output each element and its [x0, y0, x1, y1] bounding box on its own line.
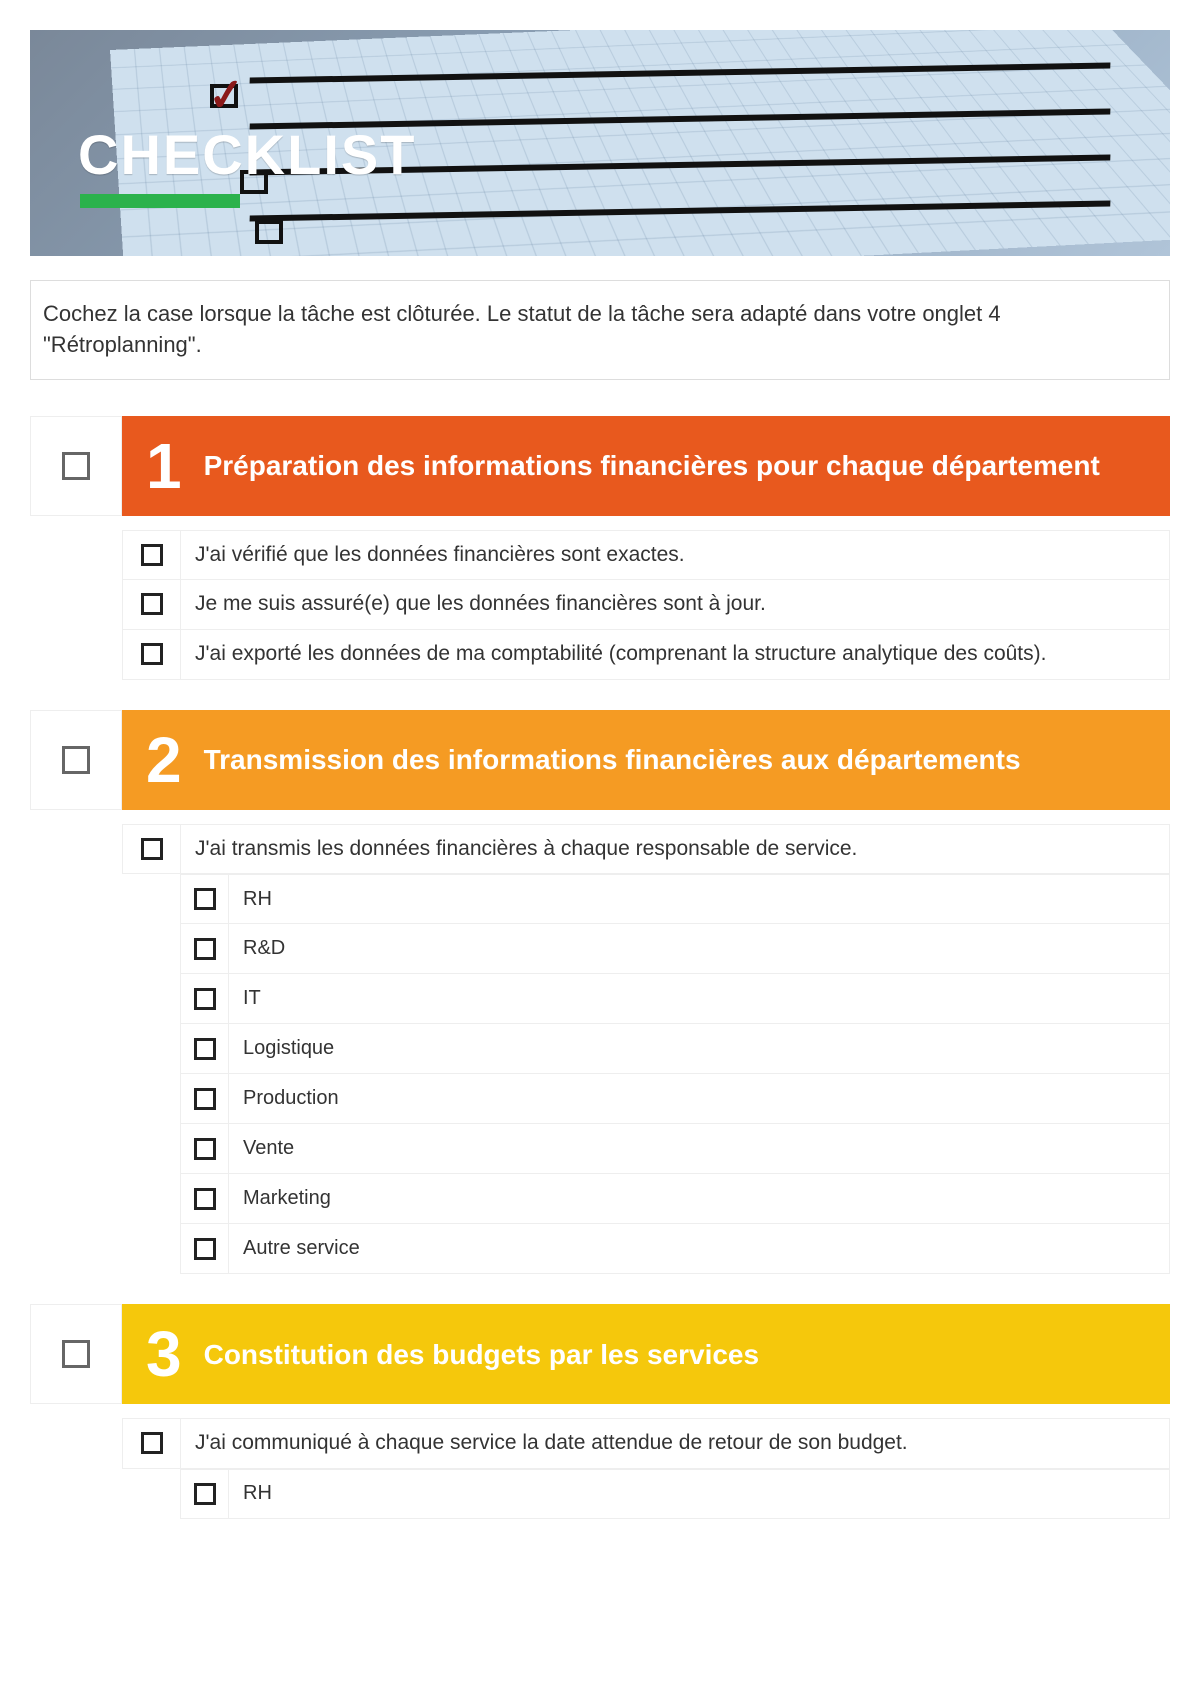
- subtask-label: Marketing: [229, 1174, 1169, 1223]
- header-banner: ✓ CHECKLIST: [30, 30, 1170, 256]
- section-banner: 2 Transmission des informations financièr…: [122, 710, 1170, 810]
- subtask-checkbox[interactable]: [194, 1483, 216, 1505]
- task-checkbox-cell: [123, 630, 181, 679]
- subtask-checkbox[interactable]: [194, 1138, 216, 1160]
- subtask-row: Marketing: [180, 1174, 1170, 1224]
- subtask-label: Vente: [229, 1124, 1169, 1173]
- section-3: 3 Constitution des budgets par les servic…: [30, 1304, 1170, 1518]
- task-row: J'ai transmis les données financières à …: [122, 824, 1170, 874]
- subtask-checkbox[interactable]: [194, 888, 216, 910]
- section-checkbox-cell: [30, 1304, 122, 1404]
- task-checkbox-cell: [123, 1419, 181, 1467]
- section-title: Constitution des budgets par les service…: [204, 1337, 759, 1372]
- task-row: Je me suis assuré(e) que les données fin…: [122, 580, 1170, 630]
- subtask-row: R&D: [180, 924, 1170, 974]
- task-checkbox-cell: [123, 825, 181, 873]
- subtask-checkbox[interactable]: [194, 1238, 216, 1260]
- subtask-label: RH: [229, 1470, 1169, 1518]
- subtask-checkbox-cell: [181, 1024, 229, 1073]
- section-banner: 1 Préparation des informations financière…: [122, 416, 1170, 516]
- task-checkbox[interactable]: [141, 1432, 163, 1454]
- subtask-label: Logistique: [229, 1024, 1169, 1073]
- section-title: Transmission des informations financière…: [204, 742, 1021, 777]
- task-list: J'ai transmis les données financières à …: [122, 824, 1170, 874]
- section-checkbox[interactable]: [62, 452, 90, 480]
- subtask-list: RHR&DITLogistiqueProductionVenteMarketin…: [180, 874, 1170, 1274]
- subtask-row: RH: [180, 874, 1170, 924]
- task-row: J'ai communiqué à chaque service la date…: [122, 1418, 1170, 1468]
- task-checkbox[interactable]: [141, 643, 163, 665]
- task-list: J'ai vérifié que les données financières…: [122, 530, 1170, 680]
- subtask-label: R&D: [229, 924, 1169, 973]
- title-underline: [80, 194, 240, 208]
- task-row: J'ai vérifié que les données financières…: [122, 530, 1170, 580]
- subtask-checkbox[interactable]: [194, 1188, 216, 1210]
- subtask-row: Production: [180, 1074, 1170, 1124]
- subtask-label: Autre service: [229, 1224, 1169, 1273]
- task-list: J'ai communiqué à chaque service la date…: [122, 1418, 1170, 1468]
- subtask-checkbox-cell: [181, 1174, 229, 1223]
- subtask-list: RH: [180, 1469, 1170, 1519]
- subtask-checkbox-cell: [181, 1470, 229, 1518]
- section-banner: 3 Constitution des budgets par les servic…: [122, 1304, 1170, 1404]
- page-title: CHECKLIST: [78, 122, 416, 187]
- task-checkbox[interactable]: [141, 593, 163, 615]
- subtask-row: Logistique: [180, 1024, 1170, 1074]
- subtask-label: RH: [229, 875, 1169, 923]
- subtask-checkbox-cell: [181, 924, 229, 973]
- task-row: J'ai exporté les données de ma comptabil…: [122, 630, 1170, 680]
- task-label: J'ai communiqué à chaque service la date…: [181, 1419, 1169, 1467]
- section-title: Préparation des informations financières…: [204, 448, 1100, 483]
- task-label: J'ai transmis les données financières à …: [181, 825, 1169, 873]
- subtask-checkbox-cell: [181, 875, 229, 923]
- section-checkbox[interactable]: [62, 746, 90, 774]
- intro-text: Cochez la case lorsque la tâche est clôt…: [30, 280, 1170, 380]
- subtask-label: IT: [229, 974, 1169, 1023]
- section-number: 1: [146, 434, 182, 498]
- task-checkbox[interactable]: [141, 544, 163, 566]
- checkmark-icon: ✓: [206, 68, 247, 122]
- task-label: Je me suis assuré(e) que les données fin…: [181, 580, 1169, 629]
- subtask-row: RH: [180, 1469, 1170, 1519]
- task-label: J'ai exporté les données de ma comptabil…: [181, 630, 1169, 679]
- section-2: 2 Transmission des informations financièr…: [30, 710, 1170, 1274]
- subtask-checkbox[interactable]: [194, 1088, 216, 1110]
- subtask-label: Production: [229, 1074, 1169, 1123]
- section-checkbox[interactable]: [62, 1340, 90, 1368]
- subtask-row: Autre service: [180, 1224, 1170, 1274]
- subtask-row: Vente: [180, 1124, 1170, 1174]
- section-checkbox-cell: [30, 710, 122, 810]
- decorative-checkbox-icon: [255, 220, 283, 244]
- task-checkbox-cell: [123, 580, 181, 629]
- section-checkbox-cell: [30, 416, 122, 516]
- section-number: 2: [146, 728, 182, 792]
- subtask-checkbox-cell: [181, 1224, 229, 1273]
- task-label: J'ai vérifié que les données financières…: [181, 531, 1169, 579]
- task-checkbox-cell: [123, 531, 181, 579]
- subtask-checkbox-cell: [181, 1124, 229, 1173]
- section-1: 1 Préparation des informations financière…: [30, 416, 1170, 680]
- section-number: 3: [146, 1322, 182, 1386]
- subtask-row: IT: [180, 974, 1170, 1024]
- subtask-checkbox-cell: [181, 974, 229, 1023]
- subtask-checkbox-cell: [181, 1074, 229, 1123]
- subtask-checkbox[interactable]: [194, 1038, 216, 1060]
- subtask-checkbox[interactable]: [194, 938, 216, 960]
- subtask-checkbox[interactable]: [194, 988, 216, 1010]
- task-checkbox[interactable]: [141, 838, 163, 860]
